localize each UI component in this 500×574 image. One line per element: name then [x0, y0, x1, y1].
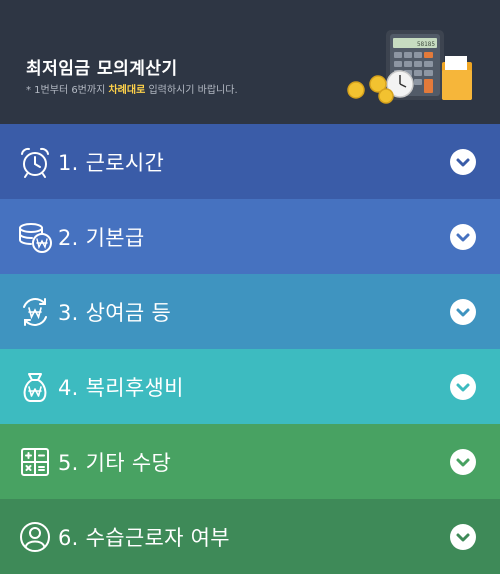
instruction-text-start: * 1번부터 6번까지: [26, 85, 109, 96]
section-welfare[interactable]: 4. 복리후생비: [0, 349, 500, 424]
section-label: 2. 기본급: [58, 225, 145, 250]
calculator-illustration: 58185: [347, 30, 472, 104]
chevron-down-icon[interactable]: [450, 373, 476, 400]
section-probation[interactable]: 6. 수습근로자 여부: [0, 499, 500, 574]
instruction-text-end: 입력하시기 바랍니다.: [145, 85, 238, 96]
section-label: 6. 수습근로자 여부: [58, 525, 230, 550]
chevron-down-icon[interactable]: [450, 448, 476, 475]
page-title: 최저임금 모의계산기: [26, 59, 178, 79]
chevron-down-icon[interactable]: [450, 298, 476, 325]
section-base-pay[interactable]: 2. 기본급: [0, 199, 500, 274]
chevron-down-icon[interactable]: [450, 148, 476, 175]
section-bonus[interactable]: 3. 상여금 등: [0, 274, 500, 349]
money-bag-icon: [18, 370, 52, 404]
section-label: 3. 상여금 등: [58, 300, 172, 325]
person-icon: [18, 520, 52, 554]
section-label: 5. 기타 수당: [58, 450, 172, 475]
section-other-allowance[interactable]: 5. 기타 수당: [0, 424, 500, 499]
calculator-icon: [18, 445, 52, 479]
won-cycle-icon: [18, 295, 52, 329]
instruction-highlight: 차례대로: [108, 85, 146, 96]
app-header: 최저임금 모의계산기 * 1번부터 6번까지 차례대로 입력하시기 바랍니다. …: [0, 0, 500, 124]
coins-won-icon: [18, 220, 52, 254]
section-label: 4. 복리후생비: [58, 375, 184, 400]
alarm-clock-icon: [18, 145, 52, 179]
chevron-down-icon[interactable]: [450, 523, 476, 550]
calculator-display-text: 58185: [417, 41, 435, 48]
section-label: 1. 근로시간: [58, 150, 165, 175]
chevron-down-icon[interactable]: [450, 223, 476, 250]
section-work-hours[interactable]: 1. 근로시간: [0, 124, 500, 199]
instruction-text: * 1번부터 6번까지 차례대로 입력하시기 바랍니다.: [26, 81, 238, 96]
